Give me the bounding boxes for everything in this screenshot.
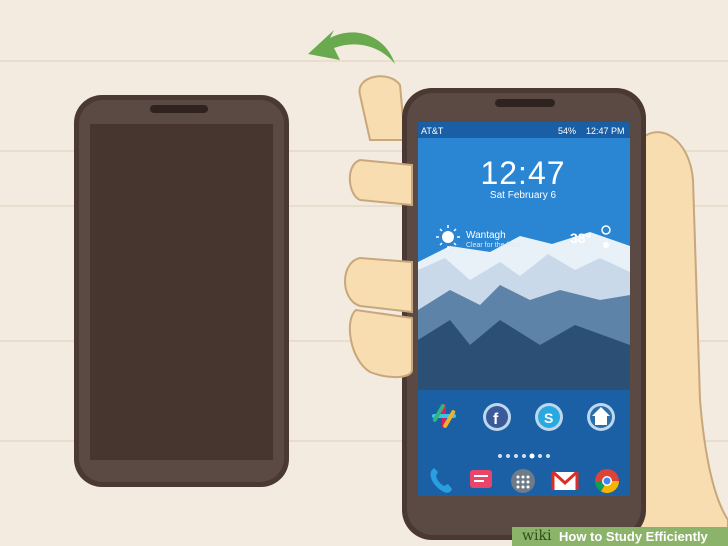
settings-icon	[603, 242, 609, 248]
weather-condition: Clear for the hour	[466, 242, 521, 249]
watermark-banner: wiki How to Study Efficiently	[512, 527, 728, 546]
facebook-icon: f	[483, 403, 511, 431]
rotate-arrow-icon	[308, 30, 395, 64]
phone-screen-off	[74, 95, 289, 487]
app-drawer-icon	[511, 469, 535, 493]
skype-icon: S	[535, 403, 563, 431]
carrier-label: AT&T	[421, 126, 444, 136]
weather-temperature: 38°	[570, 230, 592, 246]
watermark-title: How to Study Efficiently	[559, 529, 708, 544]
chrome-icon	[594, 469, 619, 494]
svg-text:S: S	[544, 410, 553, 426]
fingers	[344, 158, 413, 378]
status-time: 12:47 PM	[586, 126, 625, 136]
watermark-site: wiki	[522, 528, 552, 544]
home-icon	[587, 403, 615, 431]
messages-icon	[470, 470, 492, 488]
svg-text:f: f	[493, 411, 499, 428]
weather-location: Wantagh	[466, 230, 506, 241]
lockscreen-date: Sat February 6	[489, 190, 557, 201]
gmail-icon	[551, 470, 579, 490]
lockscreen-clock: 12:47	[480, 155, 566, 191]
battery-label: 54%	[558, 126, 577, 136]
illustration: f S	[74, 30, 728, 546]
